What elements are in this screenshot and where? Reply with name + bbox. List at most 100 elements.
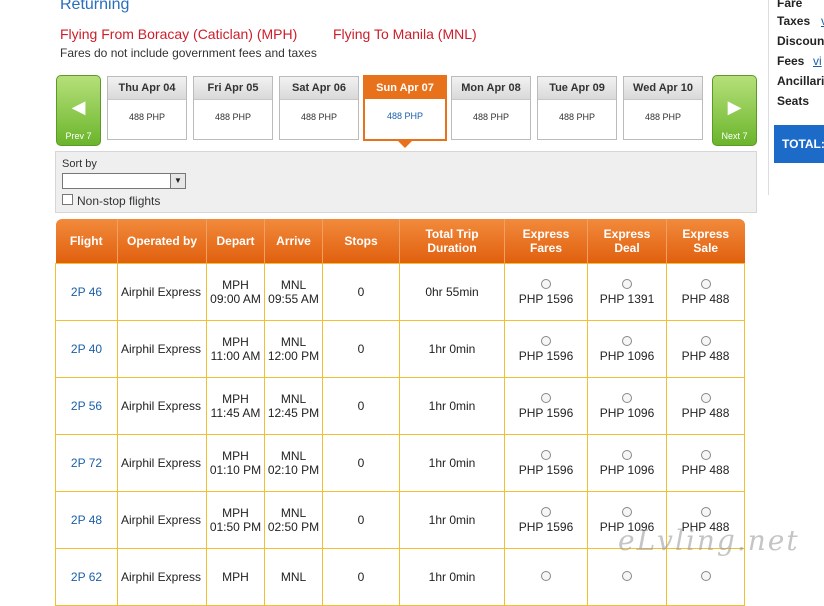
- flight-number-link[interactable]: 2P 62: [55, 548, 118, 606]
- duration: 0hr 55min: [425, 285, 479, 299]
- date-tab-label: Tue Apr 09: [538, 77, 616, 100]
- filter-bar: Sort by ▼ Non-stop flights: [55, 151, 757, 213]
- col-duration: Total Trip Duration: [399, 219, 505, 264]
- express-deal-price: PHP 1391: [599, 292, 655, 306]
- express-sale-radio[interactable]: [700, 279, 711, 289]
- col-express-sale: Express Sale: [666, 219, 745, 264]
- express-sale-radio[interactable]: [700, 571, 711, 581]
- date-tab-label: Fri Apr 05: [194, 77, 272, 100]
- date-tab-fri-apr-05[interactable]: Fri Apr 05 488 PHP: [193, 76, 273, 140]
- fare-label: Fare: [777, 0, 803, 10]
- non-stop-checkbox[interactable]: [62, 194, 73, 205]
- duration-cell: 1hr 0min: [399, 434, 505, 492]
- date-tab-label: Sat Apr 06: [280, 77, 358, 100]
- stops: 0: [357, 456, 365, 470]
- express-fares-radio[interactable]: [541, 571, 551, 581]
- duration: 1hr 0min: [428, 456, 476, 470]
- operator-cell: Airphil Express: [117, 377, 207, 435]
- flight-number-link[interactable]: 2P 48: [55, 491, 118, 549]
- express-fares-radio[interactable]: [541, 279, 551, 289]
- table-header-row: Flight Operated by Depart Arrive Stops T…: [55, 219, 745, 264]
- fees-view-link[interactable]: vi: [813, 54, 822, 68]
- arrive-time: 02:10 PM: [267, 463, 320, 477]
- stops-cell: 0: [322, 548, 400, 606]
- express-deal-radio[interactable]: [622, 279, 632, 289]
- express-deal-cell: PHP 1096: [587, 434, 667, 492]
- depart-time: 01:50 PM: [209, 520, 262, 534]
- flight-number[interactable]: 2P 72: [71, 456, 102, 470]
- express-deal-radio[interactable]: [622, 336, 632, 346]
- flight-number[interactable]: 2P 62: [71, 570, 102, 584]
- express-fares-radio[interactable]: [541, 450, 551, 460]
- express-fares-cell: [504, 548, 588, 606]
- date-tab-wed-apr-10[interactable]: Wed Apr 10 488 PHP: [623, 76, 703, 140]
- prev-7-days-button[interactable]: ◀ Prev 7: [56, 75, 101, 146]
- express-fares-radio[interactable]: [541, 336, 551, 346]
- arrive-cell: MNL 02:50 PM: [264, 491, 323, 549]
- flight-number[interactable]: 2P 46: [71, 285, 102, 299]
- express-deal-cell: PHP 1096: [587, 320, 667, 378]
- express-deal-radio[interactable]: [622, 393, 632, 403]
- date-tab-thu-apr-04[interactable]: Thu Apr 04 488 PHP: [107, 76, 187, 140]
- express-sale-cell: PHP 488: [666, 377, 745, 435]
- operator: Airphil Express: [121, 399, 202, 413]
- arrive-cell: MNL 12:00 PM: [264, 320, 323, 378]
- route-to: Flying To Manila (MNL): [333, 26, 477, 42]
- col-stops: Stops: [322, 219, 400, 264]
- date-tab-price: 488 PHP: [128, 112, 166, 122]
- date-tab-mon-apr-08[interactable]: Mon Apr 08 488 PHP: [451, 76, 531, 140]
- express-fares-radio[interactable]: [541, 393, 551, 403]
- flight-number[interactable]: 2P 48: [71, 513, 102, 527]
- express-fares-cell: PHP 1596: [504, 320, 588, 378]
- date-tab-price: 488 PHP: [644, 112, 682, 122]
- next-7-days-button[interactable]: ▶ Next 7: [712, 75, 757, 146]
- express-fares-radio[interactable]: [541, 507, 551, 517]
- date-tab-sat-apr-06[interactable]: Sat Apr 06 488 PHP: [279, 76, 359, 140]
- express-deal-cell: PHP 1391: [587, 263, 667, 321]
- depart-code: MPH: [222, 570, 249, 584]
- flight-number-link[interactable]: 2P 72: [55, 434, 118, 492]
- col-fares-line1: Express: [522, 227, 570, 241]
- flight-number[interactable]: 2P 56: [71, 399, 102, 413]
- operator-cell: Airphil Express: [117, 320, 207, 378]
- express-deal-radio[interactable]: [622, 571, 632, 581]
- duration: 1hr 0min: [428, 513, 476, 527]
- flight-number[interactable]: 2P 40: [71, 342, 102, 356]
- express-deal-radio[interactable]: [622, 450, 632, 460]
- express-sale-radio[interactable]: [700, 507, 711, 517]
- depart-cell: MPH 11:00 AM: [206, 320, 265, 378]
- express-sale-radio[interactable]: [700, 336, 711, 346]
- col-arrive: Arrive: [264, 219, 323, 264]
- express-deal-radio[interactable]: [622, 507, 632, 517]
- col-operated-by: Operated by: [117, 219, 207, 264]
- arrive-code: MNL: [280, 335, 307, 349]
- date-tab-sun-apr-07-selected[interactable]: Sun Apr 07 488 PHP: [363, 75, 447, 141]
- arrive-code: MNL: [280, 449, 307, 463]
- express-fares-price: PHP 1596: [518, 463, 574, 477]
- table-row: 2P 72 Airphil Express MPH 01:10 PM MNL 02:10 …: [55, 434, 745, 492]
- flight-number-link[interactable]: 2P 46: [55, 263, 118, 321]
- flight-number-link[interactable]: 2P 40: [55, 320, 118, 378]
- col-deal-line1: Express: [603, 227, 651, 241]
- duration-cell: 1hr 0min: [399, 320, 505, 378]
- stops: 0: [357, 285, 365, 299]
- express-fares-price: PHP 1596: [518, 292, 574, 306]
- flight-number-link[interactable]: 2P 56: [55, 377, 118, 435]
- col-duration-line1: Total Trip: [425, 227, 479, 241]
- express-fares-price: PHP 1596: [518, 406, 574, 420]
- stops-cell: 0: [322, 434, 400, 492]
- selected-date-pointer: [397, 140, 413, 148]
- arrive-cell: MNL 02:10 PM: [264, 434, 323, 492]
- date-tab-tue-apr-09[interactable]: Tue Apr 09 488 PHP: [537, 76, 617, 140]
- depart-code: MPH: [222, 392, 249, 406]
- sort-by-select[interactable]: ▼: [62, 173, 186, 189]
- express-deal-cell: [587, 548, 667, 606]
- chevron-down-icon[interactable]: ▼: [170, 174, 185, 188]
- express-sale-radio[interactable]: [700, 393, 711, 403]
- operator-cell: Airphil Express: [117, 491, 207, 549]
- stops: 0: [357, 570, 365, 584]
- stops-cell: 0: [322, 263, 400, 321]
- express-deal-price: PHP 1096: [599, 406, 655, 420]
- stops: 0: [357, 342, 365, 356]
- express-sale-radio[interactable]: [700, 450, 711, 460]
